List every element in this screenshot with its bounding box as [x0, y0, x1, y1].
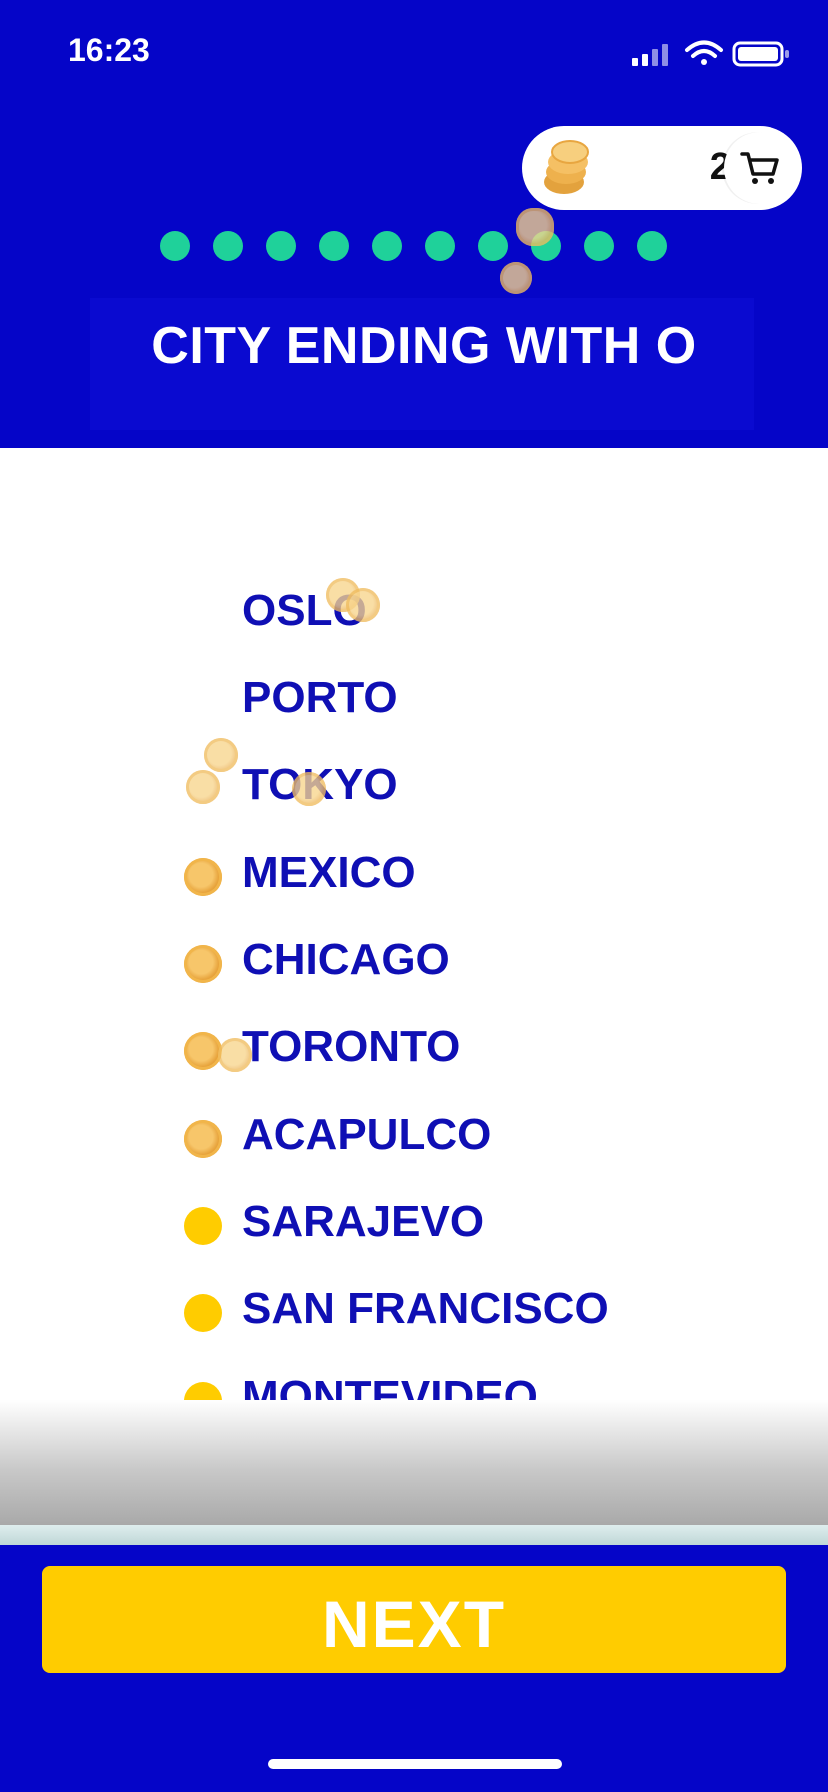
coin-icon	[500, 262, 532, 294]
progress-dot	[584, 231, 614, 261]
coin-icon	[184, 1032, 222, 1070]
coin-icon	[184, 858, 222, 896]
empty-slot-marker	[184, 1294, 222, 1332]
answer-item: SARAJEVO	[242, 1197, 485, 1246]
coin-icon	[184, 945, 222, 983]
answer-item: ACAPULCO	[242, 1110, 492, 1159]
cart-icon	[740, 152, 779, 184]
next-button-label: NEXT	[321, 1587, 507, 1661]
coin-icon	[292, 772, 326, 806]
signal-icon	[632, 44, 668, 66]
progress-dot	[372, 231, 402, 261]
footer-bar: NEXT	[0, 1545, 828, 1792]
empty-slot-marker	[184, 1207, 222, 1245]
next-button[interactable]: NEXT	[42, 1566, 786, 1673]
coin-icon	[184, 1120, 222, 1158]
progress-dot	[478, 231, 508, 261]
coin-stack-icon	[544, 140, 589, 194]
wifi-icon	[685, 40, 723, 65]
coin-icon	[346, 588, 380, 622]
divider	[0, 1525, 828, 1545]
coin-icon	[204, 738, 238, 772]
shop-button[interactable]	[724, 132, 796, 204]
battery-icon	[732, 41, 789, 67]
coin-icon	[218, 1038, 252, 1072]
coin-balance: 27	[522, 126, 802, 210]
answer-item: SAN FRANCISCO	[242, 1284, 609, 1333]
progress-dot	[425, 231, 455, 261]
home-indicator[interactable]	[268, 1759, 562, 1769]
progress-dot	[637, 231, 667, 261]
answer-item: MEXICO	[242, 848, 416, 897]
status-icons	[632, 40, 789, 67]
progress-dot	[160, 231, 190, 261]
answer-item: TORONTO	[242, 1022, 461, 1071]
answer-item: PORTO	[242, 673, 398, 722]
answer-item: CHICAGO	[242, 935, 450, 984]
progress-dot	[213, 231, 243, 261]
list-fade	[0, 1400, 828, 1525]
progress-dot	[319, 231, 349, 261]
prompt-title: CITY ENDING WITH O	[151, 317, 697, 375]
coin-icon	[516, 208, 554, 246]
status-time: 16:23	[68, 32, 150, 68]
prompt-panel: CITY ENDING WITH O	[90, 298, 754, 430]
game-header: 16:23 27	[0, 0, 828, 448]
coin-icon	[186, 770, 220, 804]
progress-dot	[266, 231, 296, 261]
